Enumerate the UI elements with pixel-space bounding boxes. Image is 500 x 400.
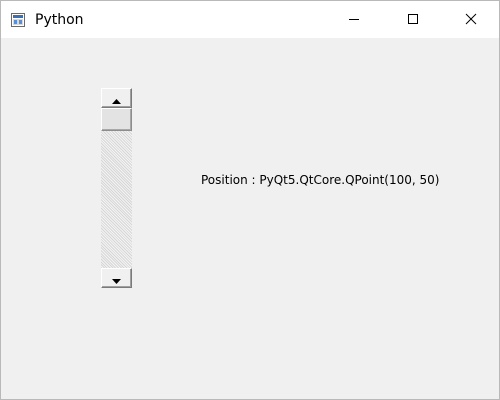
triangle-up-icon — [112, 89, 121, 108]
scrollbar-thumb[interactable] — [101, 108, 132, 131]
window-title: Python — [35, 12, 84, 28]
scroll-down-button[interactable] — [101, 268, 132, 288]
minimize-icon — [348, 10, 360, 29]
triangle-down-icon — [112, 269, 121, 288]
scroll-up-button[interactable] — [101, 88, 132, 108]
vertical-scrollbar[interactable] — [101, 88, 132, 288]
maximize-button[interactable] — [390, 1, 436, 38]
close-button[interactable] — [448, 1, 494, 38]
close-icon — [465, 10, 477, 29]
maximize-icon — [407, 10, 419, 29]
client-area: Position : PyQt5.QtCore.QPoint(100, 50) — [1, 38, 499, 399]
app-window: Python Position: PyQt5.QtCore.QPoint(10… — [0, 0, 500, 400]
position-label: Position : PyQt5.QtCore.QPoint(100, 50) — [201, 173, 440, 187]
minimize-button[interactable] — [331, 1, 377, 38]
python-app-icon — [11, 12, 25, 27]
title-bar[interactable]: Python — [1, 1, 499, 38]
